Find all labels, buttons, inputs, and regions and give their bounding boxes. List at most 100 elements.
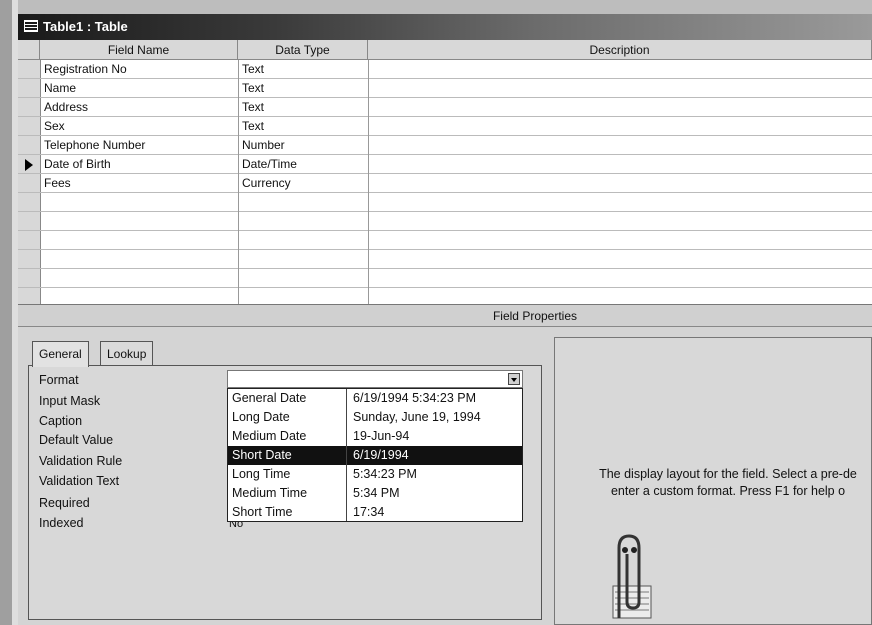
window-title: Table1 : Table (43, 19, 128, 34)
table-icon (24, 20, 38, 32)
format-option[interactable]: Medium Time 5:34 PM (228, 484, 522, 503)
row-selector[interactable] (18, 155, 40, 174)
window-title-bar[interactable]: Table1 : Table (18, 14, 872, 40)
row-selector[interactable] (18, 136, 40, 155)
dropdown-column-divider (346, 389, 347, 521)
row-selector[interactable] (18, 250, 40, 269)
table-row[interactable]: Sex Text (18, 117, 872, 136)
description-cell[interactable] (368, 98, 872, 117)
description-cell[interactable] (368, 155, 872, 174)
help-panel: The display layout for the field. Select… (554, 337, 872, 625)
validation-text-label: Validation Text (39, 474, 120, 488)
table-row[interactable] (18, 250, 872, 269)
table-row[interactable]: Registration No Text (18, 60, 872, 79)
format-option-name: Short Date (232, 448, 292, 462)
description-cell[interactable] (368, 117, 872, 136)
column-header-data-type[interactable]: Data Type (238, 40, 368, 60)
row-selector[interactable] (18, 231, 40, 250)
format-option-example: 6/19/1994 (353, 448, 409, 462)
format-option-name: Long Date (232, 410, 290, 424)
default-value-label: Default Value (39, 433, 114, 447)
field-name-cell[interactable]: Address (40, 98, 238, 117)
chevron-down-icon[interactable] (508, 373, 520, 385)
column-header-description[interactable]: Description (368, 40, 872, 60)
row-selector[interactable] (18, 174, 40, 193)
field-properties-heading: Field Properties (18, 305, 872, 327)
format-option-name: Medium Date (232, 429, 307, 443)
format-option-example: 6/19/1994 5:34:23 PM (353, 391, 477, 405)
row-selector[interactable] (18, 60, 40, 79)
field-properties-area: General Lookup Format Input Mask Caption… (18, 327, 872, 625)
data-type-cell[interactable]: Number (238, 136, 368, 155)
format-option-example: 5:34:23 PM (353, 467, 417, 481)
description-cell[interactable] (368, 60, 872, 79)
data-type-cell[interactable]: Text (238, 60, 368, 79)
data-type-cell[interactable]: Date/Time (238, 155, 368, 174)
format-option-example: 19-Jun-94 (353, 429, 410, 443)
field-name-cell[interactable]: Sex (40, 117, 238, 136)
validation-rule-label: Validation Rule (39, 454, 123, 468)
indexed-label: Indexed (39, 516, 84, 530)
description-cell[interactable] (368, 136, 872, 155)
row-selector[interactable] (18, 193, 40, 212)
field-name-cell[interactable]: Fees (40, 174, 238, 193)
table-row[interactable] (18, 212, 872, 231)
format-option[interactable]: Long Time 5:34:23 PM (228, 465, 522, 484)
help-text-line: enter a custom format. Press F1 for help… (610, 484, 846, 498)
format-option-example: 17:34 (353, 505, 385, 519)
format-option[interactable]: Short Date 6/19/1994 (228, 446, 522, 465)
column-header-field-name[interactable]: Field Name (40, 40, 238, 60)
table-row[interactable]: Fees Currency (18, 174, 872, 193)
format-option[interactable]: General Date 6/19/1994 5:34:23 PM (228, 389, 522, 408)
help-text: The display layout for the field. Select… (563, 466, 871, 500)
format-option-name: Long Time (232, 467, 291, 481)
format-dropdown-list[interactable]: General Date 6/19/1994 5:34:23 PM Long Dat… (227, 388, 523, 522)
row-selector[interactable] (18, 269, 40, 288)
format-option[interactable]: Long Date Sunday, June 19, 1994 (228, 408, 522, 427)
current-row-arrow-icon (25, 159, 33, 171)
input-mask-label: Input Mask (39, 394, 101, 408)
field-name-cell[interactable]: Registration No (40, 60, 238, 79)
format-option[interactable]: Medium Date 19-Jun-94 (228, 427, 522, 446)
table-row[interactable] (18, 269, 872, 288)
tab-general[interactable]: General (32, 341, 89, 367)
format-combobox[interactable] (227, 370, 523, 388)
column-divider (368, 60, 369, 304)
row-selector[interactable] (18, 98, 40, 117)
description-cell[interactable] (368, 79, 872, 98)
table-row[interactable]: Address Text (18, 98, 872, 117)
column-divider (238, 60, 239, 304)
corner-header (18, 40, 40, 60)
table-row[interactable] (18, 231, 872, 250)
data-type-cell[interactable]: Text (238, 98, 368, 117)
field-name-cell[interactable]: Telephone Number (40, 136, 238, 155)
format-option-name: General Date (232, 391, 307, 405)
format-option-name: Medium Time (232, 486, 308, 500)
field-name-cell[interactable]: Name (40, 79, 238, 98)
table-row[interactable]: Date of Birth Date/Time (18, 155, 872, 174)
data-type-cell[interactable]: Currency (238, 174, 368, 193)
table-row[interactable]: Telephone Number Number (18, 136, 872, 155)
row-selector[interactable] (18, 79, 40, 98)
tab-lookup[interactable]: Lookup (100, 341, 154, 365)
table-design-grid: Field Name Data Type Description Registr… (18, 40, 872, 305)
top-strip (0, 0, 872, 14)
window-frame-left (0, 0, 12, 625)
help-text-line: The display layout for the field. Select… (599, 467, 857, 481)
row-selector[interactable] (18, 212, 40, 231)
table-row[interactable] (18, 288, 872, 304)
field-name-cell[interactable]: Date of Birth (40, 155, 238, 174)
table-row[interactable] (18, 193, 872, 212)
description-cell[interactable] (368, 174, 872, 193)
row-selector[interactable] (18, 117, 40, 136)
row-selector[interactable] (18, 288, 40, 304)
table-row[interactable]: Name Text (18, 79, 872, 98)
data-type-cell[interactable]: Text (238, 117, 368, 136)
format-option-name: Short Time (232, 505, 293, 519)
data-type-cell[interactable]: Text (238, 79, 368, 98)
format-option-example: Sunday, June 19, 1994 (353, 410, 481, 424)
office-assistant-paperclip-icon[interactable] (599, 528, 659, 625)
format-option[interactable]: Short Time 17:34 (228, 503, 522, 522)
format-option-example: 5:34 PM (353, 486, 400, 500)
caption-label: Caption (39, 414, 83, 428)
